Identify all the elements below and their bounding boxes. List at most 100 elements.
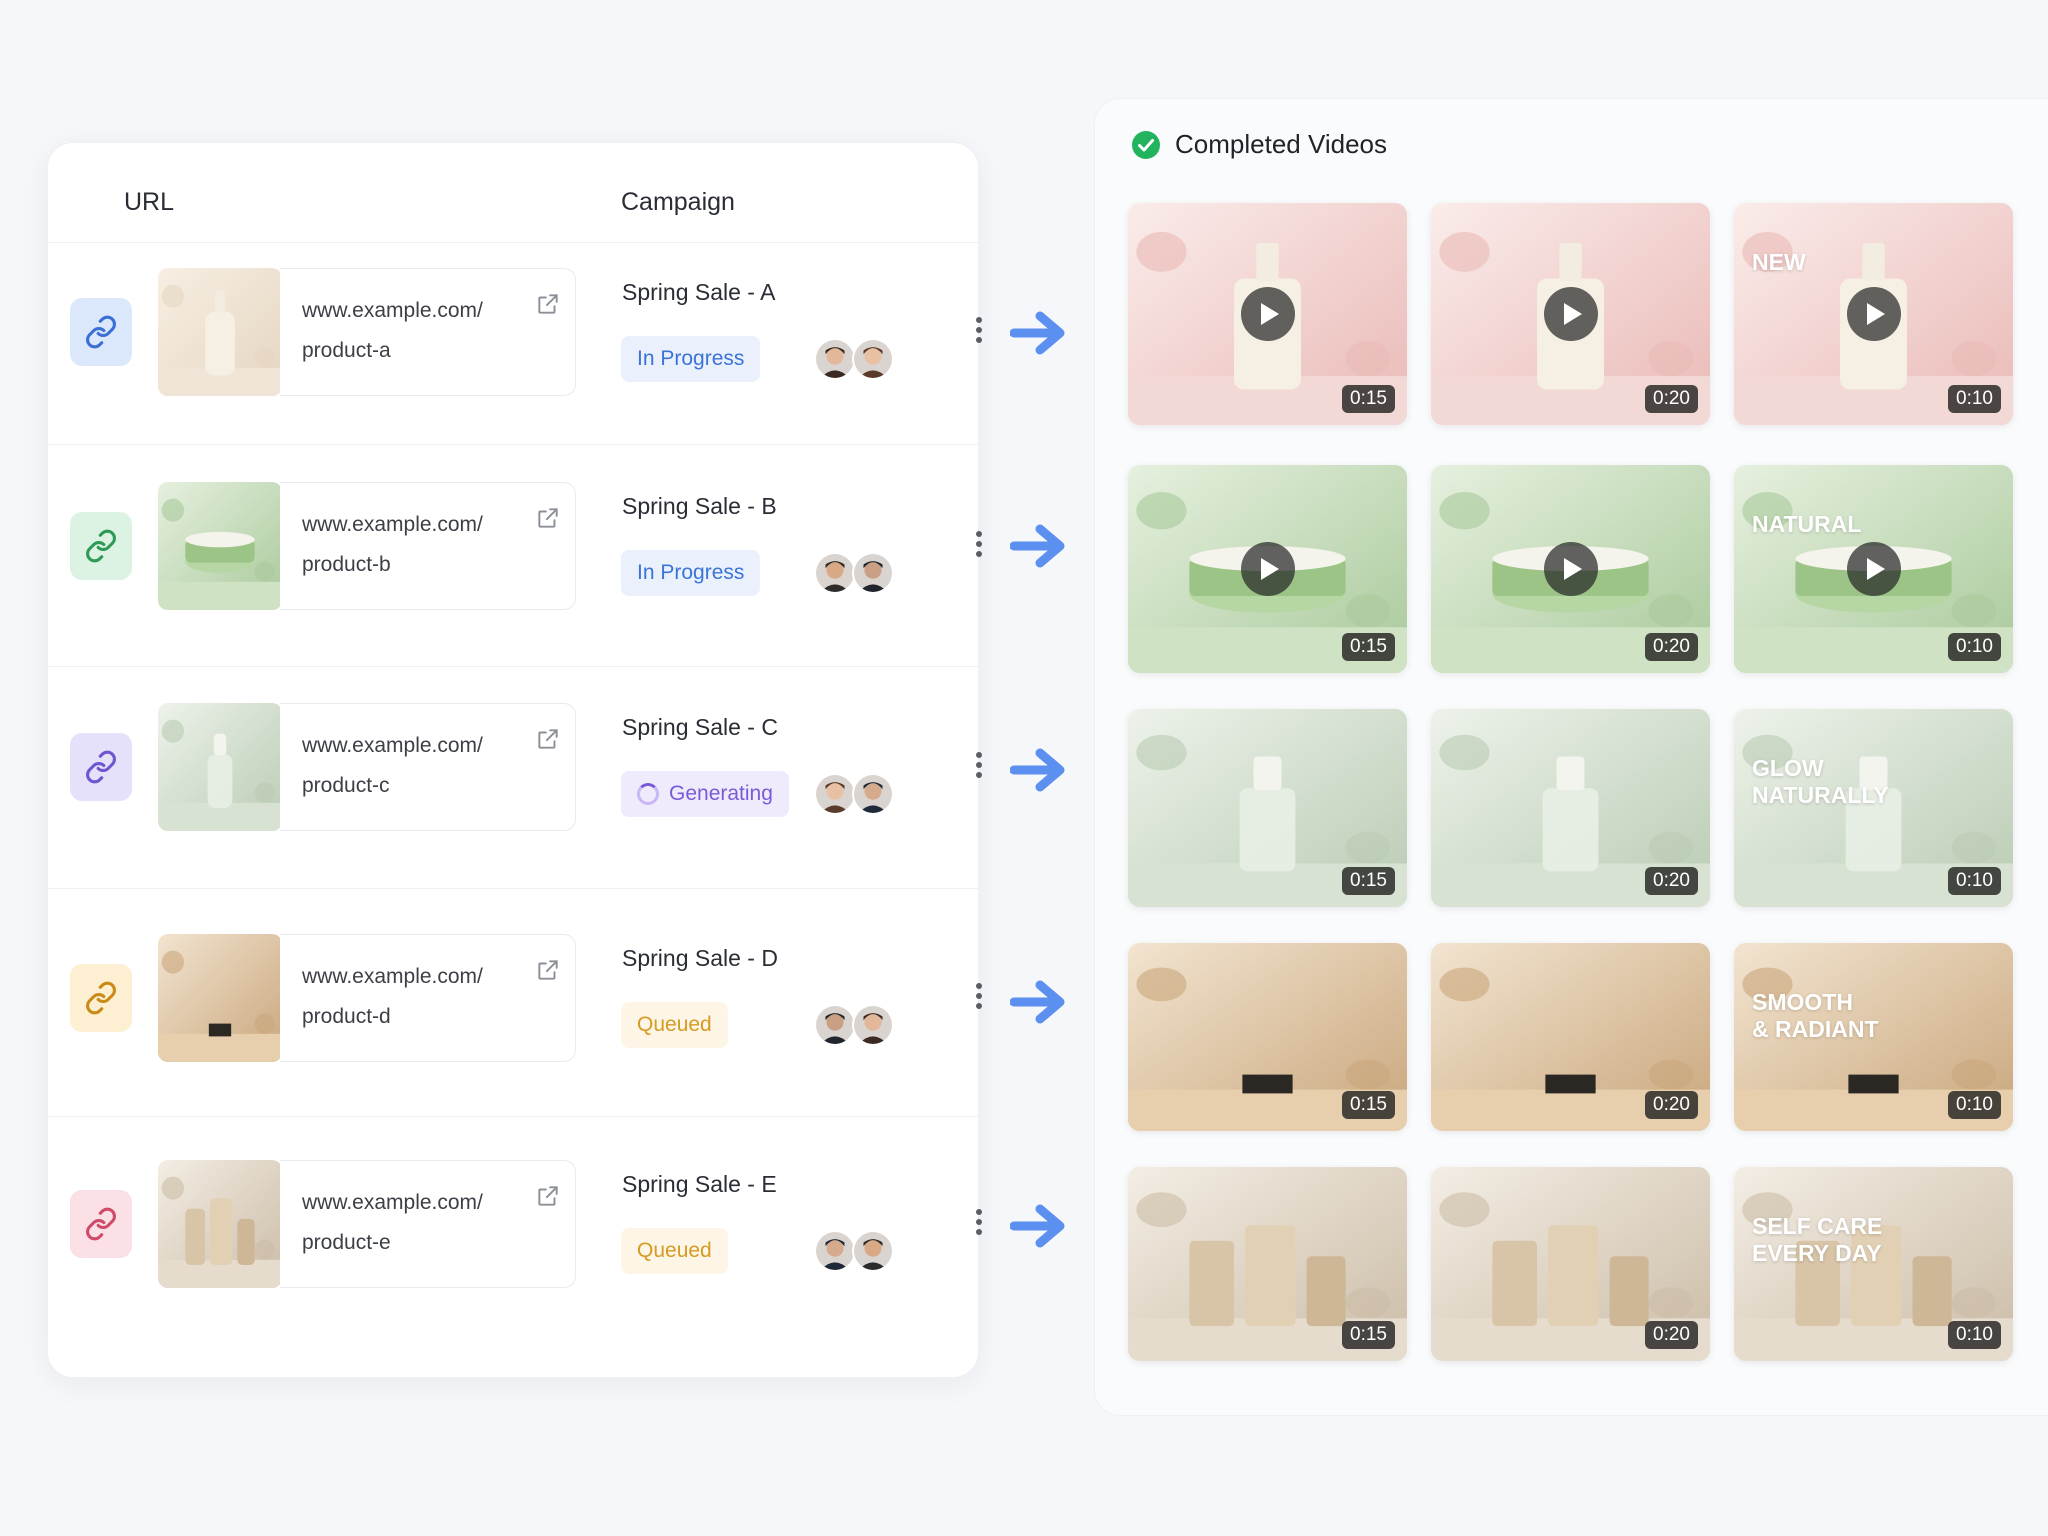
avatar (814, 1004, 856, 1046)
product-url-field[interactable]: www.example.com/ product-b (280, 482, 576, 610)
more-options-icon[interactable] (974, 983, 984, 1013)
external-link-icon[interactable] (535, 291, 561, 317)
status-badge: In Progress (621, 336, 761, 382)
url-domain: www.example.com/ (302, 299, 483, 322)
status-badge: Generating (621, 771, 789, 817)
video-duration: 0:20 (1645, 1321, 1698, 1349)
campaign-table: URL Campaign www.example.com/ product-a … (47, 142, 982, 1378)
status-badge: In Progress (621, 550, 761, 596)
video-thumbnail[interactable]: NATURAL 0:10 (1734, 465, 2013, 673)
assignee-avatars[interactable] (814, 1004, 894, 1046)
product-url-field[interactable]: www.example.com/ product-d (280, 934, 576, 1062)
video-thumbnail[interactable]: 0:20 (1431, 943, 1710, 1131)
link-icon[interactable] (70, 733, 132, 801)
video-duration: 0:20 (1645, 385, 1698, 413)
campaign-name: Spring Sale - D (622, 945, 778, 971)
status-badge: Queued (621, 1002, 728, 1048)
assignee-avatars[interactable] (814, 773, 894, 815)
spinner-icon (637, 783, 659, 805)
video-overlay-text: SELF CARE EVERY DAY (1752, 1213, 1883, 1266)
more-options-icon[interactable] (974, 531, 984, 561)
video-duration: 0:10 (1948, 1091, 2001, 1119)
video-thumbnail[interactable]: 0:15 (1128, 709, 1407, 907)
url-path: product-a (302, 339, 391, 362)
campaign-name: Spring Sale - A (622, 279, 776, 305)
campaign-name: Spring Sale - B (622, 493, 777, 519)
more-options-icon[interactable] (974, 752, 984, 782)
video-duration: 0:15 (1342, 1321, 1395, 1349)
more-options-icon[interactable] (974, 1209, 984, 1239)
arrow-right-icon (1009, 521, 1066, 571)
video-thumbnail[interactable]: 0:15 (1128, 203, 1407, 425)
column-header-url: URL (124, 188, 175, 216)
arrow-right-icon (1009, 745, 1066, 795)
url-path: product-b (302, 553, 391, 576)
product-url-field[interactable]: www.example.com/ product-e (280, 1160, 576, 1288)
play-icon[interactable] (1846, 542, 1901, 596)
link-icon[interactable] (70, 964, 132, 1032)
video-duration: 0:15 (1342, 867, 1395, 895)
video-overlay-text: SMOOTH & RADIANT (1752, 989, 1879, 1042)
product-thumbnail (158, 934, 282, 1062)
assignee-avatars[interactable] (814, 552, 894, 594)
url-path: product-d (302, 1005, 391, 1028)
avatar (852, 552, 894, 594)
status-label: In Progress (637, 561, 745, 584)
video-thumbnail[interactable]: 0:15 (1128, 1167, 1407, 1361)
avatar (852, 1004, 894, 1046)
video-thumbnail[interactable]: SMOOTH & RADIANT 0:10 (1734, 943, 2013, 1131)
product-url-field[interactable]: www.example.com/ product-a (280, 268, 576, 396)
video-thumbnail[interactable]: GLOW NATURALLY 0:10 (1734, 709, 2013, 907)
campaign-name: Spring Sale - C (622, 714, 778, 740)
avatar (814, 338, 856, 380)
url-path: product-e (302, 1231, 391, 1254)
campaign-name: Spring Sale - E (622, 1171, 777, 1197)
url-domain: www.example.com/ (302, 734, 483, 757)
video-thumbnail[interactable]: 0:15 (1128, 943, 1407, 1131)
video-duration: 0:15 (1342, 385, 1395, 413)
url-domain: www.example.com/ (302, 965, 483, 988)
video-thumbnail[interactable]: 0:20 (1431, 709, 1710, 907)
assignee-avatars[interactable] (814, 1230, 894, 1272)
product-thumbnail (158, 703, 282, 831)
play-icon[interactable] (1240, 542, 1295, 596)
status-label: Queued (637, 1013, 712, 1036)
video-duration: 0:10 (1948, 385, 2001, 413)
video-duration: 0:10 (1948, 633, 2001, 661)
video-thumbnail[interactable]: NEW 0:10 (1734, 203, 2013, 425)
video-thumbnail[interactable]: 0:20 (1431, 1167, 1710, 1361)
arrow-right-icon (1009, 977, 1066, 1027)
assignee-avatars[interactable] (814, 338, 894, 380)
external-link-icon[interactable] (535, 957, 561, 983)
play-icon[interactable] (1846, 287, 1901, 341)
video-thumbnail[interactable]: 0:20 (1431, 465, 1710, 673)
url-domain: www.example.com/ (302, 1191, 483, 1214)
avatar (852, 1230, 894, 1272)
product-thumbnail (158, 1160, 282, 1288)
play-icon[interactable] (1240, 287, 1295, 341)
video-thumbnail[interactable]: 0:15 (1128, 465, 1407, 673)
play-icon[interactable] (1543, 542, 1598, 596)
product-url-field[interactable]: www.example.com/ product-c (280, 703, 576, 831)
video-thumbnail[interactable]: SELF CARE EVERY DAY 0:10 (1734, 1167, 2013, 1361)
status-label: Queued (637, 1239, 712, 1262)
external-link-icon[interactable] (535, 1183, 561, 1209)
link-icon[interactable] (70, 512, 132, 580)
external-link-icon[interactable] (535, 726, 561, 752)
more-options-icon[interactable] (974, 317, 984, 347)
link-icon[interactable] (70, 1190, 132, 1258)
check-circle-icon (1132, 130, 1160, 159)
video-duration: 0:10 (1948, 1321, 2001, 1349)
video-duration: 0:20 (1645, 633, 1698, 661)
video-overlay-text: NATURAL (1752, 511, 1862, 537)
external-link-icon[interactable] (535, 505, 561, 531)
link-icon[interactable] (70, 298, 132, 366)
video-thumbnail[interactable]: 0:20 (1431, 203, 1710, 425)
table-header: URL Campaign (48, 143, 978, 243)
table-row: www.example.com/ product-c Spring Sale -… (48, 667, 982, 889)
video-duration: 0:10 (1948, 867, 2001, 895)
video-duration: 0:15 (1342, 633, 1395, 661)
avatar (814, 773, 856, 815)
arrow-right-icon (1009, 1201, 1066, 1251)
play-icon[interactable] (1543, 287, 1598, 341)
